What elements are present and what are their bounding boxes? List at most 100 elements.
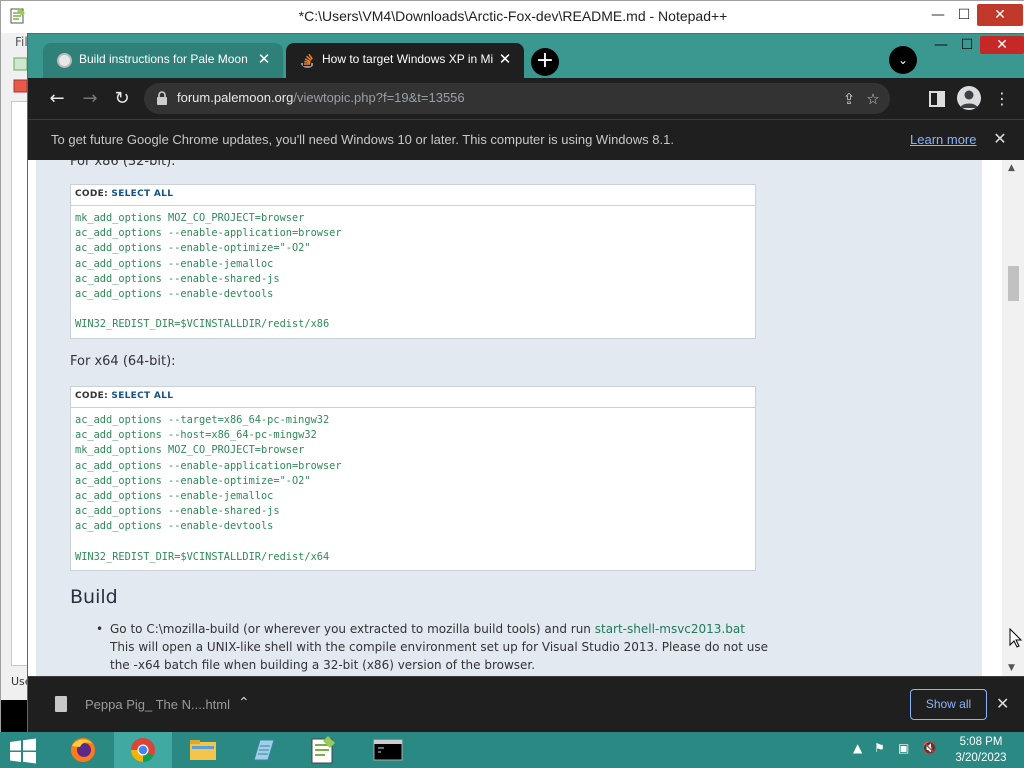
- show-all-button[interactable]: Show all: [910, 689, 987, 720]
- start-shell-link[interactable]: start-shell-msvc2013.bat: [595, 622, 745, 636]
- page-scrollbar[interactable]: ▲ ▼: [1002, 160, 1024, 676]
- tab-strip: Build instructions for Pale Moon ✕ How t…: [28, 34, 1024, 78]
- code-line: mk_add_options MOZ_CO_PROJECT=browser: [75, 212, 305, 224]
- code-line: WIN32_REDIST_DIR=$VCINSTALLDIR/redist/x8…: [75, 318, 330, 331]
- code-prefix: CODE:: [75, 391, 112, 401]
- x64-label: For x64 (64-bit):: [70, 354, 176, 369]
- code-line: mk_add_options MOZ_CO_PROJECT=browser: [75, 444, 305, 457]
- chevron-up-icon[interactable]: ⌃: [238, 695, 250, 711]
- code-line: ac_add_options --enable-application=brow…: [75, 227, 342, 240]
- globe-icon: [57, 53, 72, 68]
- code-line: WIN32_REDIST_DIR=$VCINSTALLDIR/redist/x6…: [75, 550, 330, 563]
- lock-icon[interactable]: [156, 90, 168, 106]
- download-filename[interactable]: Peppa Pig_ The N....html: [85, 697, 230, 712]
- chrome-menu-icon[interactable]: ⋮: [989, 86, 1015, 112]
- back-arrow-icon[interactable]: ←: [44, 86, 70, 112]
- browser-toolbar: ← → ↻ forum.palemoon.org/viewtopic.php?f…: [28, 78, 1024, 119]
- reload-icon[interactable]: ↻: [109, 86, 135, 112]
- notepadpp-icon: [311, 736, 335, 764]
- windows-taskbar: ▲ ⚑ ▣ 🔇 5:08 PM 3/20/2023: [0, 732, 1024, 768]
- code-prefix: CODE:: [75, 189, 112, 199]
- address-bar[interactable]: forum.palemoon.org/viewtopic.php?f=19&t=…: [144, 83, 890, 114]
- notepadpp-titlebar[interactable]: *C:\Users\VM4\Downloads\Arctic-Fox-dev\R…: [1, 1, 1024, 33]
- download-shelf: Peppa Pig_ The N....html ⌃ Show all ✕: [28, 676, 1024, 733]
- person-icon: [960, 90, 978, 108]
- volume-muted-icon[interactable]: 🔇: [922, 741, 937, 755]
- code-block-x64: CODE: SELECT ALL ac_add_options --target…: [70, 386, 756, 572]
- code-line: ac_add_options --enable-jemalloc: [75, 257, 274, 270]
- notepadpp-close-button[interactable]: ✕: [977, 4, 1023, 26]
- file-icon: [55, 696, 67, 712]
- scroll-up-arrow-icon[interactable]: ▲: [1008, 163, 1015, 173]
- scroll-down-arrow-icon[interactable]: ▼: [1008, 663, 1015, 673]
- chrome-window: Build instructions for Pale Moon ✕ How t…: [27, 33, 1024, 733]
- forward-arrow-icon[interactable]: →: [77, 86, 103, 112]
- url-path: /viewtopic.php?f=19&t=13556: [293, 90, 465, 105]
- chrome-maximize-button[interactable]: ☐: [952, 36, 982, 54]
- action-center-flag-icon[interactable]: ⚑: [874, 741, 885, 755]
- clock-time: 5:08 PM: [959, 736, 1003, 748]
- taskbar-cmd[interactable]: [358, 732, 416, 768]
- tab-search-button[interactable]: ⌄: [889, 46, 917, 74]
- notepad-icon: [253, 739, 275, 761]
- code-line: ac_add_options --enable-application=brow…: [75, 459, 342, 472]
- update-infobar: To get future Google Chrome updates, you…: [28, 119, 1024, 160]
- url-text[interactable]: forum.palemoon.org/viewtopic.php?f=19&t=…: [177, 90, 465, 105]
- taskbar-notepadpp[interactable]: [294, 732, 352, 768]
- bookmark-star-icon[interactable]: ☆: [863, 89, 883, 109]
- build-heading: Build: [70, 586, 118, 608]
- code-line: ac_add_options --enable-devtools: [75, 288, 274, 301]
- code-body[interactable]: ac_add_options --target=x86_64-pc-mingw3…: [71, 408, 755, 570]
- windows-start-icon[interactable]: [8, 738, 38, 764]
- learn-more-link[interactable]: Learn more: [910, 132, 976, 147]
- new-tab-button[interactable]: +: [531, 48, 559, 76]
- tab-title: Build instructions for Pale Moon: [79, 52, 248, 66]
- notepadpp-maximize-button[interactable]: ☐: [951, 4, 977, 26]
- build-step-text: Go to C:\mozilla-build (or wherever you …: [110, 622, 595, 636]
- stackoverflow-icon: [301, 53, 313, 68]
- notepadpp-minimize-button[interactable]: —: [925, 4, 951, 26]
- code-header: CODE: SELECT ALL: [71, 185, 755, 206]
- build-step-item: Go to C:\mozilla-build (or wherever you …: [96, 620, 810, 674]
- tab-close-icon[interactable]: ✕: [255, 50, 273, 68]
- scroll-thumb[interactable]: [1008, 266, 1019, 301]
- profile-avatar-icon[interactable]: [957, 86, 981, 110]
- page-viewport[interactable]: For x86 (32-bit): CODE: SELECT ALL mk_ad…: [28, 160, 1024, 676]
- tab-close-icon[interactable]: ✕: [496, 50, 514, 68]
- code-line: ac_add_options --enable-shared-js: [75, 505, 280, 518]
- code-line: ac_add_options --enable-optimize="-O2": [75, 474, 311, 487]
- clock-date: 3/20/2023: [955, 752, 1007, 764]
- code-line: ac_add_options --enable-devtools: [75, 520, 274, 533]
- file-explorer-icon: [190, 740, 216, 760]
- code-line: ac_add_options --enable-shared-js: [75, 272, 280, 285]
- taskbar-notepad[interactable]: [234, 732, 292, 768]
- notepadpp-menu-file[interactable]: Fil: [15, 35, 28, 49]
- chrome-close-button[interactable]: ✕: [980, 36, 1024, 54]
- share-icon[interactable]: ⇪: [839, 89, 859, 109]
- firefox-icon: [71, 738, 95, 762]
- tab-title: How to target Windows XP in Mi: [322, 52, 494, 66]
- code-header: CODE: SELECT ALL: [71, 387, 755, 408]
- infobar-close-icon[interactable]: ✕: [990, 129, 1010, 149]
- cmd-icon: [373, 739, 403, 761]
- infobar-message: To get future Google Chrome updates, you…: [51, 132, 674, 147]
- code-line: ac_add_options --host=x86_64-pc-mingw32: [75, 429, 317, 442]
- taskbar-file-explorer[interactable]: [174, 732, 232, 768]
- side-panel-icon[interactable]: [924, 86, 950, 112]
- forum-post-background: For x86 (32-bit): CODE: SELECT ALL mk_ad…: [36, 160, 982, 676]
- code-block-x86: CODE: SELECT ALL mk_add_options MOZ_CO_P…: [70, 184, 756, 339]
- select-all-link[interactable]: SELECT ALL: [111, 189, 173, 199]
- network-icon[interactable]: ▣: [898, 741, 909, 755]
- code-body[interactable]: mk_add_options MOZ_CO_PROJECT=browser ac_…: [71, 206, 755, 338]
- tab-windows-xp-target[interactable]: How to target Windows XP in Mi ✕: [286, 43, 524, 78]
- select-all-link[interactable]: SELECT ALL: [111, 391, 173, 401]
- shelf-close-icon[interactable]: ✕: [996, 694, 1009, 713]
- code-line: ac_add_options --enable-jemalloc: [75, 490, 274, 503]
- tab-pale-moon-build[interactable]: Build instructions for Pale Moon ✕: [43, 43, 283, 78]
- taskbar-firefox[interactable]: [54, 732, 112, 768]
- tray-overflow-icon[interactable]: ▲: [853, 741, 862, 755]
- taskbar-clock[interactable]: 5:08 PM 3/20/2023: [948, 734, 1014, 766]
- chrome-icon: [131, 738, 155, 763]
- taskbar-chrome[interactable]: [114, 732, 172, 768]
